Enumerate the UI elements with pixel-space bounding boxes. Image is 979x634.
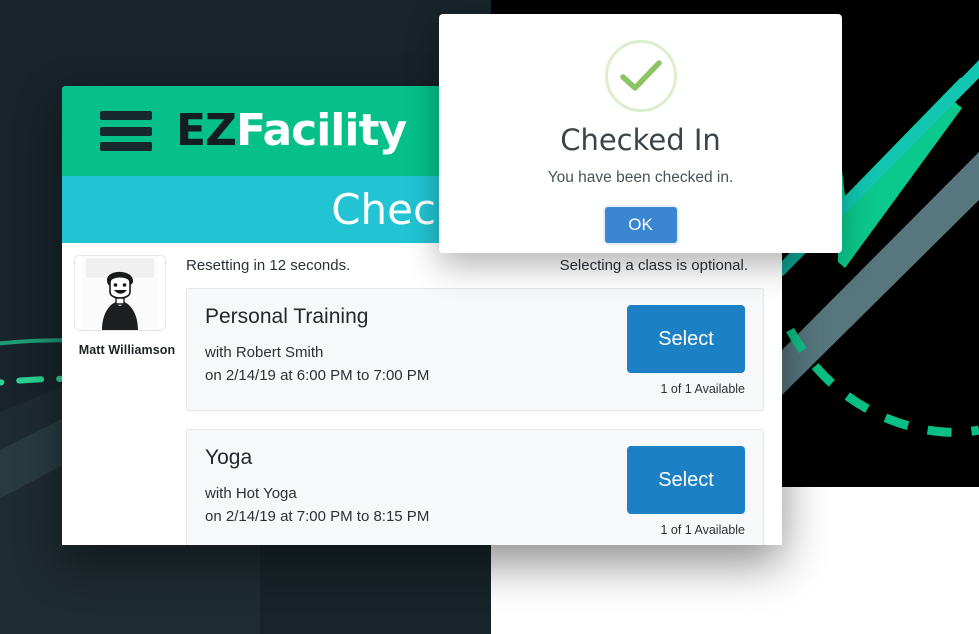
user-side-panel: Matt Williamson [62, 243, 180, 545]
class-name: Yoga [205, 446, 253, 469]
check-circle-icon [604, 40, 677, 112]
screenshot-stage: EZFacility Check In Matt Williamson Rese… [0, 0, 979, 634]
class-info: Personal Training with Robert Smith on 2… [205, 305, 429, 388]
hamburger-menu-icon[interactable] [100, 111, 152, 151]
content-panel: Resetting in 12 seconds. Selecting a cla… [180, 243, 782, 545]
class-action: Select 1 of 1 Available [627, 305, 745, 396]
availability-text: 1 of 1 Available [660, 523, 745, 537]
class-action: Select 1 of 1 Available [627, 446, 745, 537]
class-info: Yoga with Hot Yoga on 2/14/19 at 7:00 PM… [205, 446, 429, 529]
checked-in-modal: Checked In You have been checked in. OK [439, 14, 842, 253]
logo-facility-text: Facility [235, 105, 407, 156]
class-name: Personal Training [205, 305, 369, 328]
optional-hint-text: Selecting a class is optional. [559, 257, 748, 274]
list-item[interactable]: Yoga with Hot Yoga on 2/14/19 at 7:00 PM… [186, 429, 764, 545]
class-schedule: on 2/14/19 at 7:00 PM to 8:15 PM [205, 508, 430, 526]
class-list: Personal Training with Robert Smith on 2… [180, 288, 772, 545]
app-body: Matt Williamson Resetting in 12 seconds.… [62, 243, 782, 545]
modal-title: Checked In [560, 123, 721, 157]
logo-ez-text: EZ [176, 105, 237, 156]
user-name: Matt Williamson [78, 343, 176, 357]
select-button[interactable]: Select [627, 305, 745, 373]
class-instructor: with Hot Yoga [205, 485, 297, 502]
select-button[interactable]: Select [627, 446, 745, 514]
checkmark-icon [619, 60, 662, 91]
list-item[interactable]: Personal Training with Robert Smith on 2… [186, 288, 764, 411]
ezfacility-logo: EZFacility [176, 109, 407, 153]
class-schedule: on 2/14/19 at 6:00 PM to 7:00 PM [205, 367, 430, 385]
availability-text: 1 of 1 Available [660, 382, 745, 396]
modal-message: You have been checked in. [547, 169, 734, 186]
ok-button[interactable]: OK [602, 205, 679, 245]
avatar [74, 255, 166, 331]
user-photo-icon [82, 256, 158, 330]
reset-timer-text: Resetting in 12 seconds. [186, 257, 351, 274]
class-instructor: with Robert Smith [205, 344, 324, 361]
